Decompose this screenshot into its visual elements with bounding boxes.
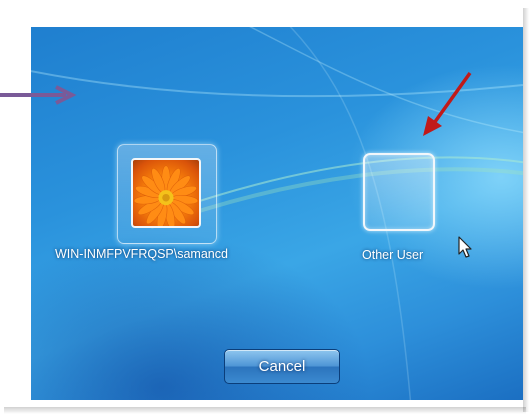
frame-shadow-right xyxy=(523,8,529,412)
user-name-label: WIN-INMFPVFRQSP\samancd xyxy=(55,247,228,261)
annotation-arrow-left xyxy=(0,85,77,105)
other-user-tile[interactable] xyxy=(363,153,435,231)
user-picture-flower xyxy=(131,158,201,228)
screenshot-frame: WIN-INMFPVFRQSP\samancd Other User Cance… xyxy=(0,0,529,416)
mouse-cursor-icon xyxy=(458,236,472,258)
other-user-label: Other User xyxy=(362,248,424,262)
frame-shadow-bottom xyxy=(4,407,526,414)
user-tile-samancd[interactable] xyxy=(117,144,217,244)
cancel-button[interactable]: Cancel xyxy=(224,349,340,384)
flower-icon xyxy=(133,165,199,226)
annotation-arrow-right xyxy=(423,71,472,136)
